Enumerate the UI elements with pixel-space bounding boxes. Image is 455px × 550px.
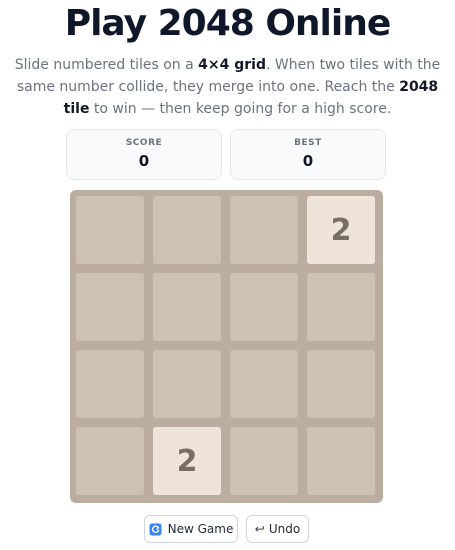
description-text: Slide numbered tiles on a <box>14 57 199 73</box>
empty-cell <box>230 196 298 264</box>
empty-cell <box>76 350 144 418</box>
undo-button[interactable]: ↩ Undo <box>246 515 309 543</box>
empty-cell <box>153 196 221 264</box>
empty-cell <box>307 427 375 495</box>
refresh-icon <box>149 523 162 536</box>
tile: 2 <box>307 196 375 264</box>
new-game-label: New Game <box>167 522 234 536</box>
description-text: to win — then keep going for a high scor… <box>89 101 392 117</box>
game-description: Slide numbered tiles on a 4×4 grid. When… <box>6 54 449 120</box>
new-game-button[interactable]: New Game <box>144 515 238 543</box>
empty-cell <box>230 350 298 418</box>
empty-cell <box>307 273 375 341</box>
tile: 2 <box>153 427 221 495</box>
empty-cell <box>76 196 144 264</box>
best-value: 0 <box>302 152 314 170</box>
empty-cell <box>230 427 298 495</box>
page-title: Play 2048 Online <box>64 3 392 44</box>
empty-cell <box>153 273 221 341</box>
undo-arrow-icon: ↩ <box>254 522 265 536</box>
score-box: SCORE 0 <box>66 129 222 180</box>
description-bold-grid: 4×4 grid <box>198 57 267 73</box>
empty-cell <box>76 427 144 495</box>
game-board[interactable]: 22 <box>70 190 383 503</box>
score-value: 0 <box>138 152 150 170</box>
empty-cell <box>307 350 375 418</box>
empty-cell <box>76 273 144 341</box>
empty-cell <box>153 350 221 418</box>
best-score-box: BEST 0 <box>230 129 386 180</box>
undo-label: Undo <box>268 522 301 536</box>
best-label: BEST <box>294 138 322 148</box>
score-label: SCORE <box>125 138 163 148</box>
empty-cell <box>230 273 298 341</box>
